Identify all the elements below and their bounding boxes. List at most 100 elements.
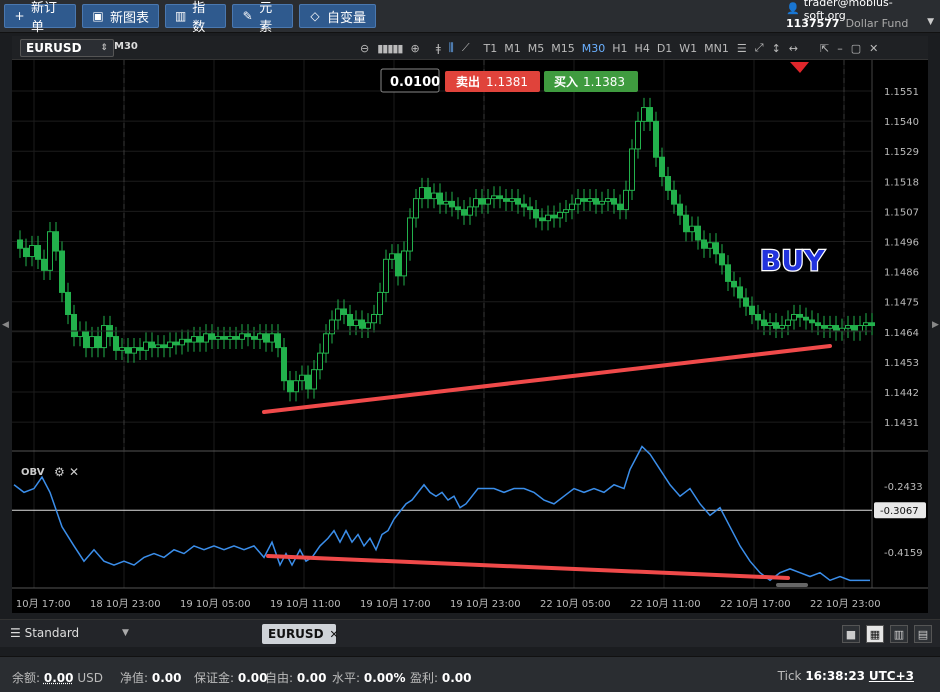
chart-window-icon: ▣ [92,9,104,23]
layout-rows-icon[interactable]: ▤ [914,625,932,643]
candle [47,231,53,271]
chart-header: EURUSD ⇕ M30 ⊖ ▮▮▮▮▮ ⊕ ǂ ⫼ ⟋ T1 M1 M5 M15 M3… [12,36,928,60]
scroll-right-icon[interactable]: ▶ [932,320,940,332]
price-tick-label: 1.1529 [884,147,919,158]
price-chart[interactable]: 1.1551 1.1540 1.1529 1.1518 1.1507 1.1496 1.14… [0,60,928,613]
vertical-line-tool-icon[interactable]: ↕ [772,42,781,55]
candle [245,333,251,338]
time-tick-label: 19 10月 17:00 [360,598,431,610]
layout-columns-icon[interactable]: ▥ [890,625,908,643]
layout-grid-icon[interactable]: ▦ [866,625,884,643]
workspace-select[interactable]: ☰ Standard [10,626,79,640]
timeframe-h4[interactable]: H4 [635,42,650,55]
menu-icon[interactable]: ☰ [737,42,747,55]
new-order-label: 新订单 [30,1,57,35]
layout-single-icon[interactable]: ■ [842,625,860,643]
candle [665,176,671,191]
chevron-down-icon[interactable]: ▼ [122,628,129,638]
candle [59,250,65,293]
timeframe-t1[interactable]: T1 [484,42,498,55]
timeframe-h1[interactable]: H1 [612,42,627,55]
chart-area[interactable]: 1.1551 1.1540 1.1529 1.1518 1.1507 1.1496 1.14… [0,60,928,613]
obv-current-value: -0.3067 [880,506,919,517]
price-tick-label: 1.1518 [884,177,919,188]
maximize-window-icon[interactable]: ▢ [851,42,861,55]
timeframe-m1[interactable]: M1 [504,42,521,55]
candle [737,286,743,299]
variables-button[interactable]: ◇ 自变量 [299,4,376,28]
candle [65,291,71,315]
timeframe-mn1[interactable]: MN1 [704,42,729,55]
new-order-button[interactable]: + 新订单 [4,1,76,35]
time-tick-label: 18 10月 23:00 [90,598,161,610]
close-tab-icon[interactable]: ✕ [330,628,339,641]
crosshair-icon[interactable]: ǂ [436,42,441,55]
elements-button[interactable]: ✎ 元素 [232,1,293,35]
layout-buttons: ■ ▦ ▥ ▤ [842,625,932,643]
timeframe-m30[interactable]: M30 [582,42,606,55]
zoom-out-icon[interactable]: ⊖ [360,42,369,55]
account-info[interactable]: 👤 trader@mobius-soft.org 1137577 Dollar … [786,0,934,32]
close-icon[interactable]: ✕ [869,42,878,55]
candle [281,347,287,382]
chevron-down-icon[interactable]: ▼ [927,17,934,27]
horizontal-scrollbar[interactable] [776,583,808,587]
zoom-slider[interactable]: ▮▮▮▮▮ [377,42,403,55]
scroll-left-icon[interactable]: ◀ [2,320,10,332]
free-margin: 自由: 0.00 [265,671,327,685]
account-fund: Dollar Fund [845,16,909,30]
candle [659,156,665,178]
candle [713,242,719,255]
price-tick-label: 1.1540 [884,117,919,128]
price-tick-label: 1.1464 [884,328,919,339]
candle [521,203,527,208]
candles-icon[interactable]: ⫼ [449,41,454,55]
sell-price: 1.1381 [486,75,528,89]
candle [173,341,179,346]
candle [239,333,245,340]
gear-icon[interactable]: ⚙ [54,465,65,479]
candle [197,336,203,343]
horizontal-line-tool-icon[interactable]: ↔ [789,42,798,55]
trendline-tool-icon[interactable]: ⤢ [755,41,764,55]
detach-window-icon[interactable]: ⇱ [820,42,829,55]
timeframe-m15[interactable]: M15 [551,42,575,55]
candle [347,313,353,327]
candle [455,206,461,211]
timeframe-m5[interactable]: M5 [528,42,545,55]
candle [809,319,815,324]
symbol-select[interactable]: EURUSD ⇕ [20,39,114,57]
candle [299,374,305,382]
candle [329,319,335,335]
candle [425,187,431,200]
candle [131,347,137,354]
new-chart-button[interactable]: ▣ 新图表 [82,4,159,28]
candle [305,374,311,390]
candle [485,198,491,205]
timeframe-w1[interactable]: W1 [679,42,697,55]
timeframe-d1[interactable]: D1 [657,42,672,55]
minimize-window-icon[interactable]: – [837,42,843,55]
tab-eurusd[interactable]: EURUSD ✕ [262,624,339,644]
candle [551,214,557,219]
plus-icon: + [14,9,25,23]
tab-label: EURUSD [268,627,324,641]
candle [701,239,707,249]
price-tick-label: 1.1453 [884,358,919,369]
zoom-in-icon[interactable]: ⊕ [411,42,420,55]
candle [401,250,407,277]
server-time[interactable]: Tick 16:38:23 UTC+3 [778,669,914,683]
candle [359,319,365,329]
bar-chart-icon: ▥ [174,9,187,23]
indicators-button[interactable]: ▥ 指数 [165,1,226,35]
candle [845,325,851,329]
time-tick-label: 19 10月 23:00 [450,598,521,610]
balance: 余额: 0.00 USD [12,671,103,685]
candle [335,308,341,321]
line-chart-icon[interactable]: ⟋ [462,41,470,55]
candle [677,203,683,216]
candle [515,198,521,205]
close-indicator-icon[interactable]: ✕ [69,465,79,479]
candle [827,325,833,329]
candle [533,209,539,219]
